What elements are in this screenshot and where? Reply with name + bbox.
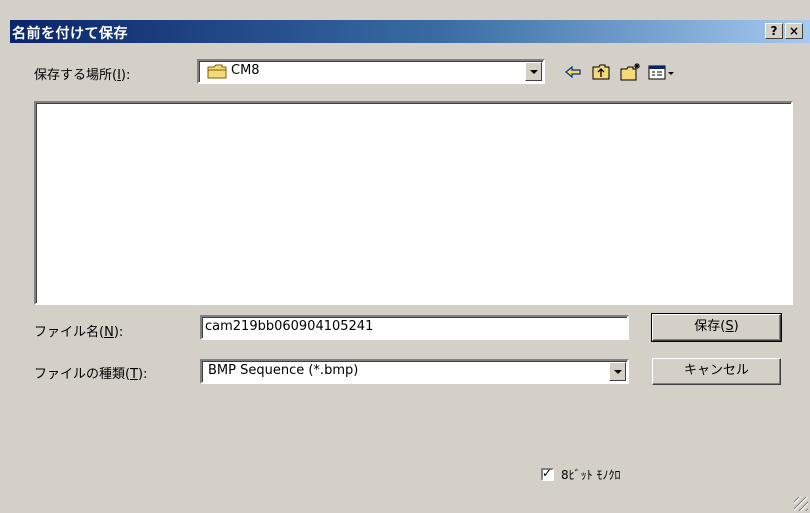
back-arrow-icon[interactable] — [563, 62, 583, 82]
close-button[interactable]: × — [785, 23, 803, 39]
file-name-label: ファイル名(N): — [34, 325, 124, 340]
cancel-button[interactable]: キャンセル — [652, 358, 781, 385]
file-name-value: cam219bb060904105241 — [205, 319, 374, 334]
help-button[interactable]: ? — [765, 23, 783, 39]
file-list[interactable] — [34, 101, 793, 305]
mono8-label[interactable]: 8ﾋﾞｯﾄ ﾓﾉｸﾛ — [561, 466, 620, 483]
save-location-value: CM8 — [231, 63, 260, 78]
folder-icon — [207, 64, 227, 79]
title-bar[interactable]: 名前を付けて保存 ? × — [10, 20, 810, 43]
window-title: 名前を付けて保存 — [12, 26, 128, 42]
file-type-label: ファイルの種類(T): — [34, 367, 148, 382]
up-folder-icon[interactable] — [591, 62, 611, 82]
save-as-dialog: 名前を付けて保存 ? × 保存する場所(I): CM8 ファイル名(N): ca… — [0, 0, 810, 513]
new-folder-icon[interactable] — [619, 62, 640, 82]
chevron-down-icon[interactable] — [609, 362, 626, 381]
file-type-value: BMP Sequence (*.bmp) — [208, 363, 359, 378]
chevron-down-icon[interactable] — [525, 62, 542, 81]
save-location-label: 保存する場所(I): — [34, 68, 131, 83]
file-name-input[interactable]: cam219bb060904105241 — [200, 315, 629, 340]
file-type-select[interactable]: BMP Sequence (*.bmp) — [200, 359, 629, 384]
save-button[interactable]: 保存(S) — [651, 313, 782, 342]
save-location-combo[interactable]: CM8 — [197, 59, 545, 84]
mono8-checkbox[interactable] — [541, 466, 554, 481]
view-menu-icon[interactable] — [648, 62, 676, 82]
resize-grip[interactable] — [794, 497, 808, 511]
